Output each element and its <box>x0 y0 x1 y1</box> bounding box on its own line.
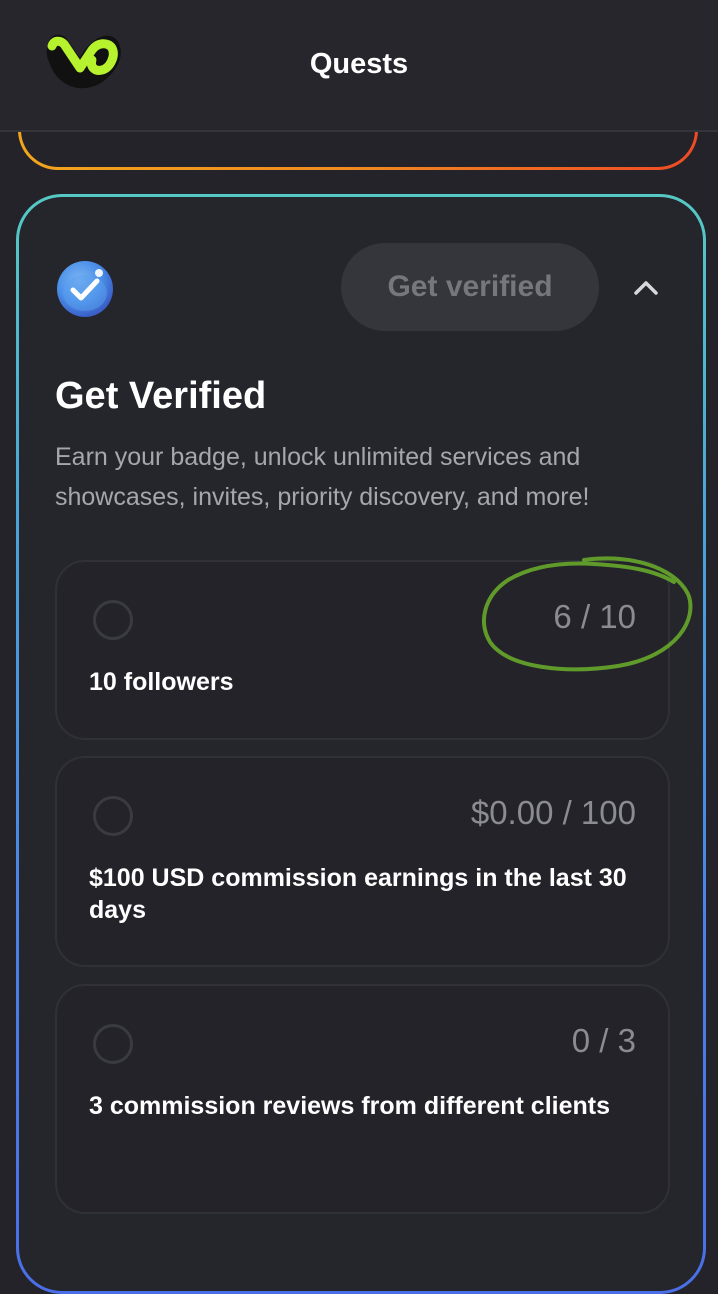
page-title: Quests <box>309 48 409 80</box>
quest-item-reviews[interactable]: 0 / 3 3 commission reviews from differen… <box>55 984 670 1214</box>
quest-progress: 6 / 10 <box>553 598 636 635</box>
quest-item-followers[interactable]: 6 / 10 10 followers <box>55 560 670 740</box>
card-title: Get Verified <box>55 375 267 417</box>
quest-label: $100 USD commission earnings in the last… <box>89 864 627 924</box>
quest-label: 10 followers <box>89 668 234 696</box>
card-description: Earn your badge, unlock unlimited servic… <box>55 443 590 511</box>
quest-progress: $0.00 / 100 <box>470 794 636 831</box>
verified-badge-icon <box>55 259 115 319</box>
quest-label: 3 commission reviews from different clie… <box>89 1092 610 1120</box>
quest-radio[interactable] <box>93 796 133 836</box>
quest-item-earnings[interactable]: $0.00 / 100 $100 USD commission earnings… <box>55 756 670 967</box>
chevron-up-icon[interactable] <box>631 273 661 303</box>
get-verified-button[interactable]: Get verified <box>341 243 599 331</box>
quest-radio[interactable] <box>93 1024 133 1064</box>
quest-progress: 0 / 3 <box>571 1022 636 1059</box>
app-header: Quests <box>0 0 718 132</box>
get-verified-card-body: Get verified Get Verified Earn your badg… <box>19 197 703 1291</box>
quest-radio[interactable] <box>93 600 133 640</box>
get-verified-card: Get verified Get Verified Earn your badg… <box>16 194 706 1294</box>
